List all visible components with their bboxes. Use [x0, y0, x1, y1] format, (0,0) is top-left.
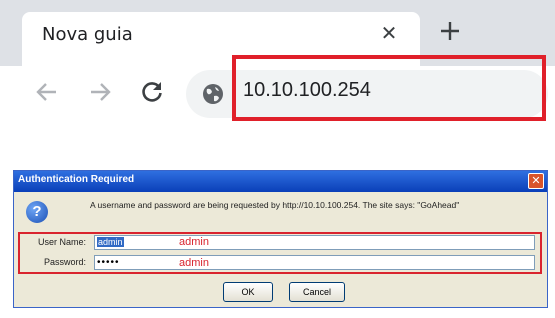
dialog-title: Authentication Required	[18, 174, 135, 185]
dialog-message: A username and password are being reques…	[90, 200, 460, 210]
arrow-left-icon[interactable]	[33, 78, 61, 106]
password-value: •••••	[97, 257, 120, 268]
username-label: User Name:	[37, 237, 86, 247]
url-highlight-box	[232, 55, 546, 121]
password-label: Password:	[43, 257, 86, 267]
tab-title: Nova guia	[42, 24, 133, 45]
help-icon: ?	[26, 201, 48, 223]
ok-button[interactable]: OK	[223, 282, 273, 302]
reload-icon[interactable]	[138, 78, 166, 106]
username-value: admin	[97, 237, 124, 247]
globe-icon[interactable]	[202, 83, 224, 105]
dialog-titlebar[interactable]: Authentication Required ✕	[14, 171, 547, 192]
auth-dialog: Authentication Required ✕ ? A username a…	[13, 170, 548, 308]
username-annotation: admin	[179, 236, 209, 248]
username-field[interactable]: admin	[94, 235, 535, 250]
arrow-right-icon[interactable]	[86, 78, 114, 106]
cancel-button[interactable]: Cancel	[289, 282, 345, 302]
password-field[interactable]: •••••	[94, 255, 535, 270]
close-icon[interactable]: ✕	[377, 21, 401, 45]
plus-icon[interactable]	[437, 18, 463, 44]
password-annotation: admin	[179, 257, 209, 269]
close-icon[interactable]: ✕	[528, 173, 544, 189]
